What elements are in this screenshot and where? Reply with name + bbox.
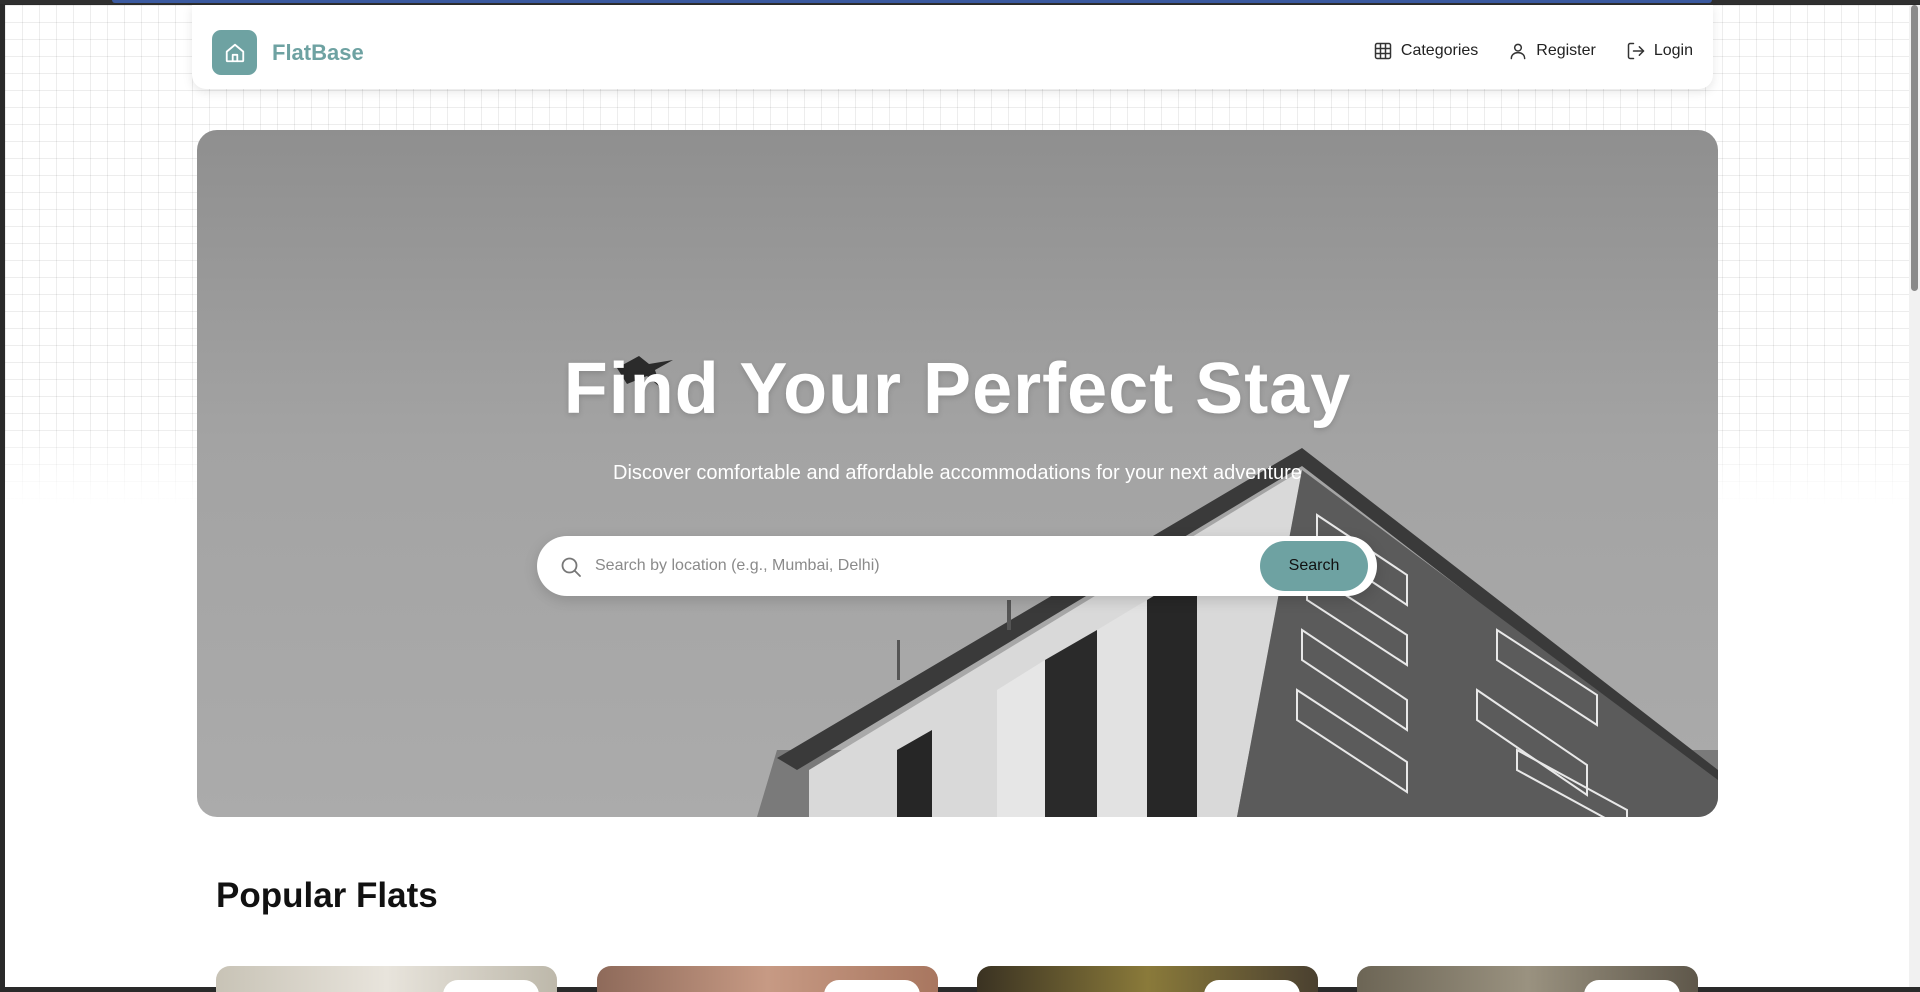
- user-icon: [1510, 43, 1526, 60]
- flat-card[interactable]: [977, 966, 1318, 992]
- search-bar: Search: [537, 536, 1377, 596]
- flat-card-badge: [443, 980, 539, 992]
- nav-links: Categories Register Login: [1343, 41, 1693, 61]
- flat-card[interactable]: [597, 966, 938, 992]
- flat-card-badge: [1204, 980, 1300, 992]
- browser-top-strip: [0, 0, 1920, 4]
- nav-login-link[interactable]: Login: [1626, 41, 1693, 61]
- home-icon: [212, 30, 257, 75]
- login-icon: [1627, 42, 1645, 60]
- search-button[interactable]: Search: [1260, 541, 1368, 591]
- scrollbar-thumb[interactable]: [1911, 5, 1918, 291]
- page-scrollbar[interactable]: [1909, 5, 1920, 987]
- tab-accent: [112, 0, 1712, 3]
- search-input[interactable]: [595, 550, 1235, 582]
- nav-login-label: Login: [1653, 42, 1693, 59]
- flat-card-badge: [824, 980, 920, 992]
- hero-subtitle: Discover comfortable and affordable acco…: [613, 462, 1302, 484]
- search-icon: [559, 555, 583, 583]
- grid-icon: [1374, 42, 1392, 60]
- hero-banner: Find Your Perfect Stay Discover comforta…: [197, 130, 1718, 817]
- hero-title: Find Your Perfect Stay: [563, 349, 1352, 429]
- flat-card[interactable]: [1357, 966, 1698, 992]
- navbar: FlatBase Categories Register Login: [192, 5, 1713, 89]
- nav-categories-link[interactable]: Categories: [1373, 41, 1478, 61]
- nav-register-link[interactable]: Register: [1508, 41, 1596, 61]
- flat-card[interactable]: [216, 966, 557, 992]
- brand[interactable]: FlatBase: [212, 30, 364, 75]
- flat-card-badge: [1584, 980, 1680, 992]
- nav-register-label: Register: [1536, 42, 1596, 59]
- nav-categories-label: Categories: [1400, 42, 1479, 59]
- popular-flats-title: Popular Flats: [216, 876, 438, 915]
- brand-name: FlatBase: [272, 39, 364, 65]
